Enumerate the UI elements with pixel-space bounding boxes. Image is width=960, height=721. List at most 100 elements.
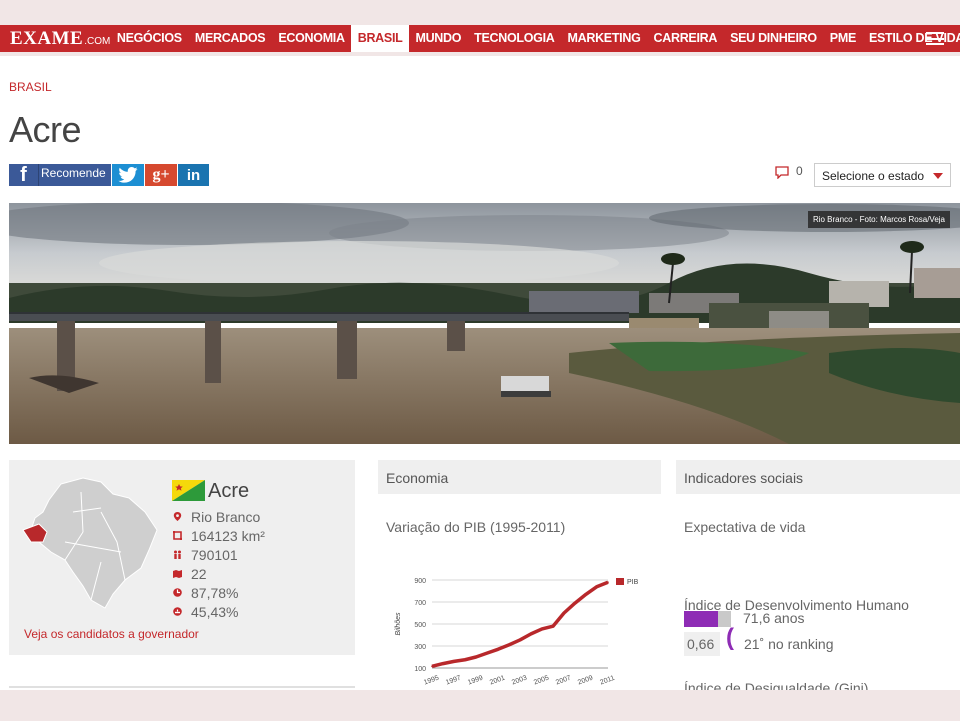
x-tick-label: 2007 — [555, 675, 572, 687]
googleplus-share-button[interactable]: g+ — [145, 164, 177, 186]
acre-flag-icon — [172, 480, 205, 501]
nav-item-brasil[interactable]: BRASIL — [351, 25, 409, 52]
state-fact: 22 — [172, 564, 265, 583]
state-select[interactable]: Selecione o estado — [814, 163, 951, 187]
linkedin-share-button[interactable]: in — [178, 164, 209, 186]
area-icon — [173, 531, 182, 540]
top-navigation-bar: EXAME .COM NEGÓCIOS MERCADOS ECONOMIA BRASI… — [0, 25, 960, 52]
nav-item-mundo[interactable]: MUNDO — [409, 25, 468, 52]
comment-bubble-icon — [775, 166, 789, 179]
y-tick-label: 900 — [414, 578, 426, 585]
social-indicators-header: Indicadores sociais — [676, 460, 960, 494]
data-point — [607, 581, 609, 583]
nav-item-economia[interactable]: ECONOMIA — [272, 25, 351, 52]
rio-branco-photo — [9, 203, 960, 444]
brazil-map[interactable] — [21, 472, 161, 612]
data-point — [552, 625, 554, 627]
x-tick-label: 2009 — [577, 675, 594, 687]
linkedin-icon: in — [186, 166, 201, 184]
life-expectancy-bar-fill — [684, 611, 718, 627]
logo-text: EXAME — [10, 27, 84, 49]
exame-logo[interactable]: EXAME .COM — [0, 28, 110, 50]
x-tick-label: 2001 — [489, 675, 506, 687]
y-tick-label: 500 — [414, 622, 426, 629]
gdp-chart-title: Variação do PIB (1995-2011) — [386, 519, 566, 535]
facebook-icon: f — [9, 164, 39, 186]
data-point — [475, 656, 477, 658]
y-tick-label: 100 — [414, 666, 426, 673]
page-title: Acre — [9, 109, 82, 150]
state-fact: 164123 km² — [172, 526, 265, 545]
population-icon — [174, 550, 181, 559]
economy-header: Economia — [378, 460, 661, 494]
state-fact: 45,43% — [172, 602, 265, 621]
data-point — [497, 648, 499, 651]
hamburger-menu-icon[interactable] — [926, 32, 944, 45]
idh-ranking-bracket: ( — [726, 624, 734, 651]
idh-label: Índice de Desenvolvimento Humano — [684, 597, 909, 613]
data-point — [453, 660, 455, 663]
data-point — [596, 585, 598, 588]
comments-counter[interactable]: 0 — [775, 164, 803, 179]
hero-photo: Rio Branco - Foto: Marcos Rosa/Veja — [9, 203, 960, 444]
logo-domain: .COM — [84, 35, 111, 47]
x-tick-label: 1995 — [423, 675, 440, 687]
candidates-link[interactable]: Veja os candidatos a governador — [24, 627, 199, 641]
state-info-panel: Acre Rio Branco 164123 km² 790101 22 87,78% 4… — [9, 460, 355, 655]
y-tick-label: 300 — [414, 644, 426, 651]
x-tick-label: 2005 — [533, 675, 550, 687]
state-fact-value: Rio Branco — [191, 508, 261, 525]
data-point — [563, 612, 565, 614]
state-fact: 87,78% — [172, 583, 265, 602]
legend-swatch — [616, 578, 624, 585]
nav-item-negócios[interactable]: NEGÓCIOS — [110, 25, 188, 52]
share-bar: f Recomende g+ in — [9, 164, 209, 186]
data-point — [486, 652, 488, 654]
twitter-share-button[interactable] — [112, 164, 144, 186]
data-point — [530, 633, 532, 635]
nav-item-estilo-de-vida[interactable]: ESTILO DE VIDA — [862, 25, 960, 52]
state-fact: Rio Branco — [172, 507, 265, 526]
twitter-bird-icon — [118, 167, 138, 183]
nav-item-pme[interactable]: PME — [823, 25, 862, 52]
page-content: BRASIL Acre f Recomende g+ in 0 Selecion… — [0, 56, 960, 690]
data-point — [431, 665, 433, 668]
state-fact-value: 45,43% — [191, 603, 239, 620]
comments-count: 0 — [796, 164, 803, 178]
x-tick-label: 2011 — [599, 675, 616, 687]
data-point — [464, 658, 466, 661]
breadcrumb[interactable]: BRASIL — [9, 80, 52, 94]
nav-item-seu-dinheiro[interactable]: SEU DINHEIRO — [724, 25, 824, 52]
idh-value: 0,66 — [684, 632, 720, 656]
state-name: Acre — [208, 480, 250, 502]
nav-item-carreira[interactable]: CARREIRA — [647, 25, 724, 52]
googleplus-icon: g+ — [152, 166, 170, 183]
x-tick-label: 1999 — [467, 675, 484, 687]
state-select-value: Selecione o estado — [822, 169, 925, 183]
data-point — [442, 662, 444, 665]
idh-ranking: 21˚ no ranking — [744, 636, 834, 652]
x-tick-label: 1997 — [445, 675, 462, 687]
nav-item-marketing[interactable]: MARKETING — [561, 25, 647, 52]
gini-label: Índice de Desigualdade (Gini) — [684, 680, 869, 690]
y-axis-label: Bilhões — [395, 612, 402, 635]
state-fact-value: 790101 — [191, 546, 238, 563]
facebook-recommend-button[interactable]: f Recomende — [9, 164, 111, 186]
map-pin-icon — [173, 512, 182, 521]
photo-credit: Rio Branco - Foto: Marcos Rosa/Veja — [807, 211, 950, 228]
nav-item-tecnologia[interactable]: TECNOLOGIA — [468, 25, 561, 52]
data-point — [519, 639, 521, 641]
y-tick-label: 700 — [414, 600, 426, 607]
data-point — [574, 602, 576, 604]
x-tick-label: 2003 — [511, 675, 528, 687]
percent-alt-icon — [173, 607, 182, 616]
life-expectancy-bar — [684, 611, 731, 627]
percent-icon — [173, 588, 182, 597]
main-nav: NEGÓCIOS MERCADOS ECONOMIA BRASIL MUNDO TECNO… — [110, 25, 960, 52]
chevron-down-icon — [933, 173, 943, 179]
divider — [9, 686, 355, 688]
state-facts: Rio Branco 164123 km² 790101 22 87,78% 45,43% — [172, 507, 265, 621]
nav-item-mercados[interactable]: MERCADOS — [188, 25, 272, 52]
state-fact-value: 164123 km² — [191, 527, 265, 544]
state-fact-value: 22 — [191, 565, 207, 582]
